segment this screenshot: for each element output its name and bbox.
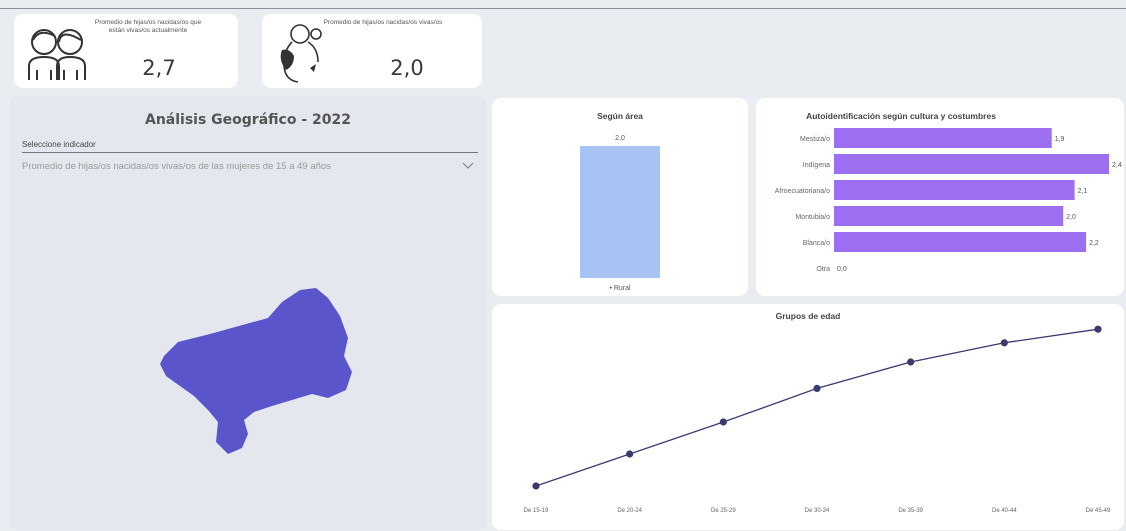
category-label: Montubia/o — [795, 214, 830, 221]
chevron-down-icon — [462, 162, 474, 169]
age-point-4 — [907, 358, 915, 366]
category-label: Afroecuatoriana/o — [775, 188, 830, 195]
kpi-title: Promedio de hijas/os nacidas/os vivas/os — [323, 19, 443, 26]
age-point-2 — [719, 418, 727, 426]
region-map-shape[interactable] — [160, 288, 352, 454]
x-tick-label: De 35-39 — [898, 508, 923, 514]
region-map[interactable] — [150, 282, 360, 462]
kpi-title: Promedio de hijas/os nacidas/os que está… — [94, 19, 202, 34]
bar-data-label: 2,2 — [1089, 240, 1099, 247]
ethnicity-chart: Mestiza/o 1,9 Indígena 2,4 Afroecuatoriana/o… — [775, 128, 1122, 273]
indicator-selector-underline — [22, 152, 478, 153]
age-point-5 — [1000, 339, 1008, 347]
bar-category-label: • Rural — [609, 285, 631, 292]
bar-2 — [834, 180, 1075, 200]
bar-1 — [834, 154, 1109, 174]
area-chart-card: Según área 2,0 • Rural — [492, 98, 748, 296]
geo-panel: Análisis Geográfico - 2022 Seleccione in… — [10, 96, 486, 530]
bar-data-label: 1,9 — [1055, 136, 1065, 143]
kpi-value: 2,7 — [142, 56, 176, 80]
bar-data-label: 2,1 — [1078, 188, 1088, 195]
bar-3 — [834, 206, 1064, 226]
age-chart-card: Grupos de edad De 15-19 De 20-24 De 25-29 D… — [492, 304, 1124, 530]
x-tick-label: De 30-34 — [805, 508, 830, 514]
age-point-3 — [813, 384, 821, 392]
category-label: Indígena — [803, 162, 830, 169]
x-tick-label: De 15-19 — [524, 508, 549, 514]
ethnicity-chart-card: Autoidentificación según cultura y costu… — [756, 98, 1124, 296]
age-chart: De 15-19 De 20-24 De 25-29 De 30-34 De 35-39… — [524, 325, 1111, 514]
area-chart: 2,0 • Rural — [580, 135, 660, 292]
age-point-1 — [626, 450, 634, 458]
indicator-selector-dropdown[interactable]: Promedio de hijas/os nacidas/os vivas/os… — [22, 158, 478, 176]
category-label: Mestiza/o — [800, 136, 830, 143]
age-point-6 — [1094, 325, 1102, 333]
bar-data-label: 2,0 — [615, 135, 625, 142]
x-tick-label: De 20-24 — [617, 508, 642, 514]
x-tick-label: De 45-49 — [1086, 508, 1111, 514]
bar-data-label: 0,0 — [837, 266, 847, 273]
kpi-value: 2,0 — [390, 56, 424, 80]
geo-panel-title: Análisis Geográfico - 2022 — [145, 112, 351, 128]
x-tick-label: De 40-44 — [992, 508, 1017, 514]
bar-0 — [834, 128, 1052, 148]
top-divider — [0, 8, 1126, 9]
bar-data-label: 2,0 — [1066, 214, 1076, 221]
two-children-icon — [28, 29, 86, 80]
bar-4 — [834, 232, 1087, 252]
mother-child-icon — [280, 24, 322, 83]
age-line-series — [535, 328, 1099, 487]
indicator-selector-value: Promedio de hijas/os nacidas/os vivas/os… — [22, 161, 331, 172]
x-tick-label: De 25-29 — [711, 508, 736, 514]
category-label: Otra — [816, 266, 830, 273]
bar-rural — [580, 146, 660, 278]
indicator-selector-label: Seleccione indicador — [22, 140, 96, 149]
age-point-0 — [532, 482, 540, 490]
kpi-card-born-alive: Promedio de hijas/os nacidas/os vivas/os… — [262, 14, 482, 88]
bar-data-label: 2,4 — [1112, 162, 1122, 169]
kpi-card-alive-children: Promedio de hijas/os nacidas/os que está… — [14, 14, 238, 88]
category-label: Blanca/o — [803, 240, 830, 247]
